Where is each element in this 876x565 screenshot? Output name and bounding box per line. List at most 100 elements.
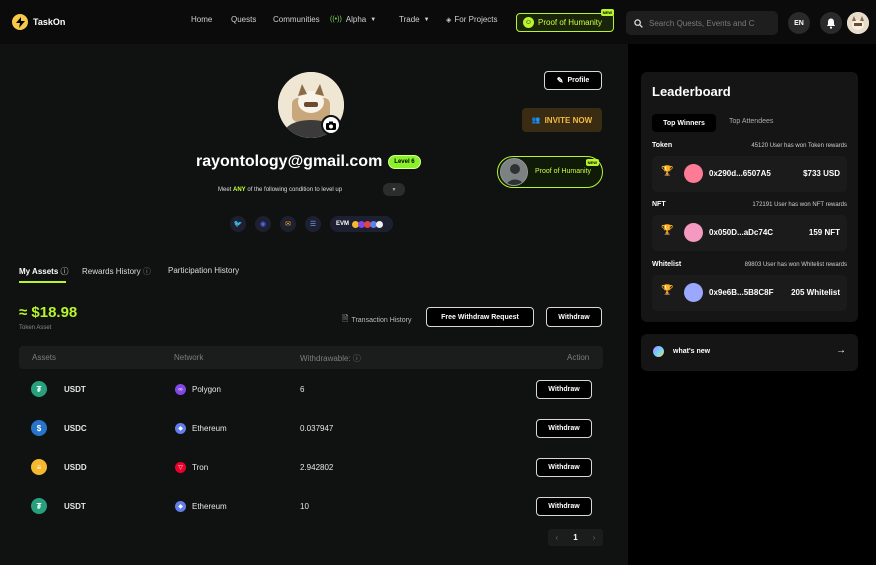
trophy-icon: 🏆	[661, 285, 674, 296]
coin-icon: ≡	[31, 459, 47, 475]
chain-icons	[352, 220, 384, 228]
tab-rewards-history[interactable]: Rewards History ⓘ	[82, 266, 151, 277]
leaderboard-title: Leaderboard	[652, 84, 731, 99]
cat-avatar-icon	[847, 12, 869, 34]
bell-icon	[826, 18, 836, 29]
leaderboard-winner-card[interactable]: 🏆 0x050D...aDc74C 159 NFT	[652, 215, 847, 251]
withdrawable-amount: 10	[300, 502, 309, 511]
twitter-icon[interactable]: 🐦	[230, 216, 246, 232]
network-glyph: ◆	[178, 426, 183, 432]
level-badge: Level 6	[388, 155, 421, 169]
tab-participation-history[interactable]: Participation History	[168, 266, 239, 275]
withdraw-button[interactable]: Withdraw	[536, 419, 592, 438]
nav-alpha[interactable]: ((•)) Alpha ▼	[330, 15, 376, 24]
tab-rewards-history-label: Rewards History	[82, 267, 141, 276]
transaction-history-link[interactable]: 🗎 Transaction History	[342, 313, 411, 327]
free-withdraw-request-button[interactable]: Free Withdraw Request	[426, 307, 534, 327]
evm-wallets[interactable]: EVM	[330, 216, 393, 232]
chevron-down-icon: ▼	[423, 16, 430, 23]
proof-of-humanity-button[interactable]: ☺ Proof of Humanity NEW	[516, 9, 614, 32]
nav-communities[interactable]: Communities	[273, 15, 320, 24]
nav-alpha-label: Alpha	[345, 15, 367, 24]
leaderboard-winner-card[interactable]: 🏆 0x290d...6507A5 $733 USD	[652, 156, 847, 192]
nav-quests[interactable]: Quests	[231, 15, 256, 24]
winner-address: 0x290d...6507A5	[709, 169, 771, 178]
wallet-icon[interactable]: ☰	[305, 216, 321, 232]
coin-icon: ₮	[31, 498, 47, 514]
arrow-right-icon[interactable]: →	[836, 345, 846, 356]
network-name: Ethereum	[192, 502, 227, 511]
discord-icon[interactable]: ◉	[255, 216, 271, 232]
leaderboard-section-note: 45120 User has won Token rewards	[751, 143, 847, 149]
trophy-icon: 🏆	[661, 225, 674, 236]
next-page-button[interactable]: ›	[593, 533, 596, 542]
network-icon: ◆	[175, 423, 186, 434]
coin-icon: $	[31, 420, 47, 436]
withdrawable-amount: 0.037947	[300, 424, 334, 433]
info-icon: ⓘ	[60, 267, 69, 276]
leaderboard-winner-card[interactable]: 🏆 0x9e6B...5B8C8F 205 Whitelist	[652, 275, 847, 311]
network-glyph: ◆	[178, 504, 183, 510]
search-icon	[634, 18, 643, 28]
coin-glyph: ₮	[36, 501, 42, 511]
column-withdrawable-label: Withdrawable:	[300, 354, 351, 363]
withdraw-all-button[interactable]: Withdraw	[546, 307, 602, 327]
evm-label: EVM	[336, 221, 350, 227]
profile-email: rayontology@gmail.com	[196, 153, 383, 170]
new-badge: NEW	[600, 9, 614, 16]
current-page[interactable]: 1	[573, 533, 577, 542]
notifications-button[interactable]	[820, 12, 842, 34]
tab-top-attendees[interactable]: Top Attendees	[729, 118, 773, 125]
winner-reward: 205 Whitelist	[791, 288, 840, 297]
proof-of-humanity-card-label: Proof of Humanity	[535, 168, 592, 175]
condition-prefix: Meet	[218, 187, 234, 193]
withdraw-button[interactable]: Withdraw	[536, 380, 592, 399]
chevron-down-icon: ▼	[391, 186, 397, 193]
network-glyph: ▽	[178, 465, 183, 471]
proof-of-humanity-card[interactable]: Proof of Humanity NEW	[497, 156, 603, 188]
email-icon[interactable]: ✉	[280, 216, 296, 232]
leaderboard-section-label: Whitelist	[652, 261, 682, 268]
network-icon: ◆	[175, 501, 186, 512]
tab-top-winners[interactable]: Top Winners	[652, 114, 716, 132]
network-glyph: ∞	[178, 386, 183, 393]
edit-icon: ✎	[556, 76, 564, 85]
humanity-avatar	[500, 158, 528, 186]
leaderboard-section-label: NFT	[652, 201, 666, 208]
nav-for-projects[interactable]: ◈ For Projects	[446, 15, 498, 24]
condition-toggle[interactable]: ▼	[383, 183, 405, 196]
withdraw-button[interactable]: Withdraw	[536, 458, 592, 477]
user-avatar[interactable]	[847, 12, 869, 34]
winner-reward: $733 USD	[803, 169, 840, 178]
profile-heading: rayontology@gmail.com Level 6	[196, 153, 421, 171]
withdraw-button[interactable]: Withdraw	[536, 497, 592, 516]
language-button[interactable]: EN	[788, 12, 810, 34]
search-input[interactable]	[649, 18, 773, 28]
bolt-icon	[12, 14, 28, 30]
info-icon: ⓘ	[142, 267, 151, 276]
profile-button[interactable]: ✎ Profile	[544, 71, 602, 90]
nav-trade[interactable]: Trade ▼	[399, 15, 430, 24]
column-withdrawable: Withdrawable: ⓘ	[300, 353, 361, 364]
prev-page-button[interactable]: ‹	[556, 533, 559, 542]
nav-trade-label: Trade	[399, 15, 420, 24]
transaction-history-label: Transaction History	[351, 316, 412, 324]
invite-now-button[interactable]: 👥 INVITE NOW	[522, 108, 602, 132]
chevron-down-icon: ▼	[370, 16, 377, 23]
tab-my-assets-label: My Assets	[19, 267, 59, 276]
winner-avatar	[684, 223, 703, 242]
leaderboard-section-note: 172191 User has won NFT rewards	[752, 202, 847, 208]
column-assets: Assets	[32, 353, 57, 362]
search-bar[interactable]	[626, 11, 778, 35]
change-avatar-button[interactable]	[321, 115, 341, 135]
winner-reward: 159 NFT	[808, 228, 840, 237]
chain-icon	[376, 220, 384, 228]
tab-my-assets[interactable]: My Assets ⓘ	[19, 266, 69, 277]
coin-icon: ₮	[31, 381, 47, 397]
network-icon: ∞	[175, 384, 186, 395]
coin-glyph: ≡	[36, 462, 42, 472]
whats-new-card[interactable]: what's new →	[641, 334, 858, 371]
brand-logo[interactable]: TaskOn	[12, 14, 65, 30]
nav-home[interactable]: Home	[191, 15, 212, 24]
proof-of-humanity-label: Proof of Humanity	[538, 18, 603, 27]
